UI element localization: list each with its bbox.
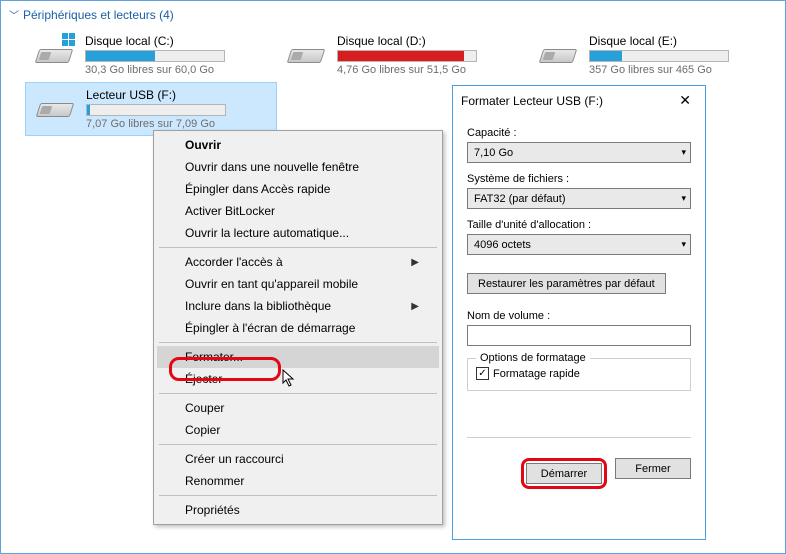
menu-item[interactable]: Propriétés [157,499,439,521]
drive-name: Disque local (D:) [337,34,523,48]
submenu-arrow-icon: ▶ [411,301,419,312]
drive-name: Disque local (E:) [589,34,775,48]
menu-item[interactable]: Ouvrir [157,134,439,156]
menu-item-label: Accorder l'accès à [185,255,283,269]
menu-item-label: Épingler à l'écran de démarrage [185,321,355,335]
usage-bar [86,104,226,116]
context-menu: Ouvrir Ouvrir dans une nouvelle fenêtre Ép… [153,130,443,525]
menu-separator [159,393,437,394]
alloc-select[interactable]: 4096 octets ▾ [467,234,691,255]
menu-item-label: Renommer [185,474,244,488]
filesystem-value: FAT32 (par défaut) [474,193,566,205]
checkbox-icon: ✓ [476,367,489,380]
menu-item-label: Créer un raccourci [185,452,284,466]
menu-separator [159,342,437,343]
menu-item-label: Éjecter [185,372,222,386]
menu-item[interactable]: Couper [157,397,439,419]
menu-item[interactable]: Accorder l'accès à ▶ [157,251,439,273]
menu-item-label: Activer BitLocker [185,204,275,218]
menu-separator [159,444,437,445]
menu-item[interactable]: Créer un raccourci [157,448,439,470]
menu-item-label: Épingler dans Accès rapide [185,182,330,196]
chevron-down-icon: ▾ [681,147,686,158]
usage-bar [337,50,477,62]
menu-item[interactable]: Ouvrir en tant qu'appareil mobile [157,273,439,295]
menu-item-label: Couper [185,401,224,415]
quick-format-label: Formatage rapide [493,368,580,380]
drive-icon [535,35,583,75]
restore-defaults-button[interactable]: Restaurer les paramètres par défaut [467,273,666,294]
format-dialog: Formater Lecteur USB (F:) ✕ Capacité : 7… [452,85,706,540]
chevron-down-icon: ▾ [681,193,686,204]
drive-subtext: 7,07 Go libres sur 7,09 Go [86,118,270,130]
menu-item-label: Propriétés [185,503,240,517]
menu-separator [159,495,437,496]
menu-item[interactable]: Inclure dans la bibliothèque ▶ [157,295,439,317]
menu-item[interactable]: Ouvrir dans une nouvelle fenêtre [157,156,439,178]
drive-subtext: 4,76 Go libres sur 51,5 Go [337,64,523,76]
drive-subtext: 357 Go libres sur 465 Go [589,64,775,76]
start-button[interactable]: Démarrer [526,463,602,484]
alloc-label: Taille d'unité d'allocation : [467,219,691,231]
section-title: Périphériques et lecteurs (4) [23,8,174,22]
alloc-value: 4096 octets [474,239,531,251]
menu-item-label: Ouvrir [185,138,221,152]
capacity-value: 7,10 Go [474,147,513,159]
usage-bar [589,50,729,62]
close-button[interactable]: ✕ [673,92,697,109]
menu-separator [159,247,437,248]
menu-item[interactable]: Épingler à l'écran de démarrage [157,317,439,339]
volume-label: Nom de volume : [467,310,691,322]
menu-item[interactable]: Activer BitLocker [157,200,439,222]
drive-item[interactable]: Lecteur USB (F:) 7,07 Go libres sur 7,09 … [25,82,277,136]
menu-item-label: Inclure dans la bibliothèque [185,299,331,313]
usage-bar [85,50,225,62]
menu-item[interactable]: Copier [157,419,439,441]
drive-icon [283,35,331,75]
devices-section-header[interactable]: ﹀ Périphériques et lecteurs (4) [1,1,785,28]
menu-item-label: Ouvrir dans une nouvelle fenêtre [185,160,359,174]
options-legend: Options de formatage [476,352,590,364]
dialog-separator [467,437,691,438]
chevron-down-icon: ﹀ [9,7,19,22]
menu-item-label: Formater... [185,350,243,364]
menu-item[interactable]: Renommer [157,470,439,492]
menu-item[interactable]: Éjecter [157,368,439,390]
menu-item-label: Ouvrir la lecture automatique... [185,226,349,240]
volume-input[interactable] [467,325,691,346]
filesystem-select[interactable]: FAT32 (par défaut) ▾ [467,188,691,209]
menu-item[interactable]: Ouvrir la lecture automatique... [157,222,439,244]
capacity-label: Capacité : [467,127,691,139]
format-options-fieldset: Options de formatage ✓ Formatage rapide [467,358,691,391]
close-dialog-button[interactable]: Fermer [615,458,691,479]
drive-item[interactable]: Disque local (E:) 357 Go libres sur 465 G… [529,28,781,82]
submenu-arrow-icon: ▶ [411,257,419,268]
drive-icon [32,89,80,129]
chevron-down-icon: ▾ [681,239,686,250]
drive-name: Disque local (C:) [85,34,271,48]
menu-item[interactable]: Épingler dans Accès rapide [157,178,439,200]
highlight-start: Démarrer [521,458,607,489]
filesystem-label: Système de fichiers : [467,173,691,185]
dialog-title-text: Formater Lecteur USB (F:) [461,94,603,108]
dialog-titlebar: Formater Lecteur USB (F:) ✕ [453,86,705,115]
menu-item[interactable]: Formater... [157,346,439,368]
drive-icon [31,35,79,75]
windows-logo-icon [62,33,76,47]
drive-subtext: 30,3 Go libres sur 60,0 Go [85,64,271,76]
menu-item-label: Ouvrir en tant qu'appareil mobile [185,277,358,291]
capacity-select[interactable]: 7,10 Go ▾ [467,142,691,163]
drive-item[interactable]: Disque local (D:) 4,76 Go libres sur 51,5… [277,28,529,82]
menu-item-label: Copier [185,423,220,437]
drive-item[interactable]: Disque local (C:) 30,3 Go libres sur 60,0… [25,28,277,82]
quick-format-checkbox[interactable]: ✓ Formatage rapide [476,367,682,380]
drive-name: Lecteur USB (F:) [86,88,270,102]
